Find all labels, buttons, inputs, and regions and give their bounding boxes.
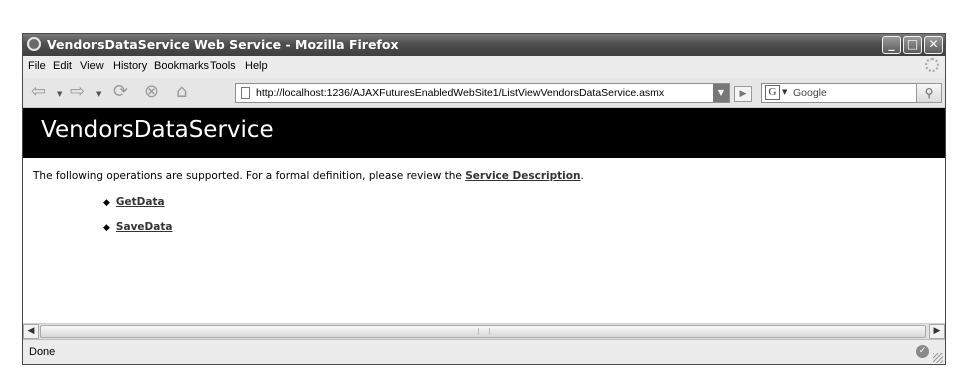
getdata-link[interactable]: GetData bbox=[116, 196, 165, 208]
url-dropdown-icon[interactable]: ▼ bbox=[713, 84, 729, 102]
intro-sentence: The following operations are supported. … bbox=[33, 170, 466, 182]
url-bar[interactable]: http://localhost:1236/AJAXFuturesEnabled… bbox=[235, 83, 730, 103]
window-title: VendorsDataService Web Service - Mozilla… bbox=[47, 37, 399, 52]
savedata-link[interactable]: SaveData bbox=[116, 221, 173, 233]
throbber-icon bbox=[925, 58, 939, 72]
menu-bar: File Edit View History Bookmarks Tools H… bbox=[23, 56, 945, 76]
back-history-dropdown-icon[interactable]: ▼ bbox=[57, 90, 62, 98]
go-button[interactable]: ▶ bbox=[734, 86, 752, 102]
page-content: VendorsDataService The following operati… bbox=[23, 108, 945, 323]
menu-view[interactable]: View bbox=[80, 60, 104, 72]
resize-grip-icon[interactable] bbox=[933, 353, 943, 363]
menu-edit[interactable]: Edit bbox=[53, 60, 72, 72]
browser-window: VendorsDataService Web Service - Mozilla… bbox=[22, 33, 946, 365]
scrollbar-thumb[interactable] bbox=[40, 325, 926, 338]
intro-period: . bbox=[580, 170, 584, 182]
minimize-button[interactable]: _ bbox=[882, 36, 901, 54]
maximize-button[interactable]: □ bbox=[903, 36, 922, 54]
search-input[interactable]: Google bbox=[793, 87, 827, 99]
search-bar[interactable]: G ▼ Google bbox=[761, 83, 931, 103]
page-title: VendorsDataService bbox=[41, 117, 274, 143]
operation-item: ◆ GetData bbox=[103, 196, 165, 208]
horizontal-scrollbar[interactable]: ◀ ▶ bbox=[23, 323, 945, 339]
status-check-icon: ✓ bbox=[916, 345, 929, 358]
scroll-left-arrow-icon[interactable]: ◀ bbox=[23, 324, 39, 339]
bullet-icon: ◆ bbox=[103, 223, 110, 233]
reload-icon[interactable]: ⟳ bbox=[113, 81, 128, 102]
search-engine-dropdown-icon[interactable]: ▼ bbox=[782, 88, 787, 96]
forward-arrow-icon[interactable]: ⇨ bbox=[70, 81, 85, 102]
menu-help[interactable]: Help bbox=[245, 60, 268, 72]
menu-bookmarks[interactable]: Bookmarks bbox=[154, 60, 209, 72]
title-bar: VendorsDataService Web Service - Mozilla… bbox=[23, 34, 945, 56]
bullet-icon: ◆ bbox=[103, 198, 110, 208]
magnifier-icon: ⚲ bbox=[924, 86, 934, 100]
home-icon[interactable]: ⌂ bbox=[176, 81, 187, 102]
intro-text: The following operations are supported. … bbox=[33, 170, 584, 182]
scrollbar-grip bbox=[478, 328, 490, 335]
google-search-engine-icon[interactable]: G bbox=[765, 85, 780, 100]
status-text: Done bbox=[29, 346, 56, 358]
menu-history[interactable]: History bbox=[113, 60, 147, 72]
page-icon bbox=[241, 87, 250, 99]
firefox-logo-icon bbox=[27, 37, 41, 51]
close-button[interactable]: ✕ bbox=[924, 36, 943, 54]
status-bar: Done ✓ bbox=[23, 339, 945, 364]
back-arrow-icon[interactable]: ⇦ bbox=[31, 81, 46, 102]
url-text[interactable]: http://localhost:1236/AJAXFuturesEnabled… bbox=[256, 87, 664, 99]
scroll-right-arrow-icon[interactable]: ▶ bbox=[929, 324, 945, 339]
operation-item: ◆ SaveData bbox=[103, 221, 172, 233]
forward-history-dropdown-icon[interactable]: ▼ bbox=[96, 90, 101, 98]
menu-file[interactable]: File bbox=[28, 60, 46, 72]
service-description-link[interactable]: Service Description bbox=[465, 170, 580, 182]
page-banner: VendorsDataService bbox=[23, 108, 945, 158]
stop-icon[interactable]: ⊗ bbox=[144, 81, 159, 102]
menu-tools[interactable]: Tools bbox=[210, 60, 236, 72]
navigation-toolbar: ⇦ ▼ ⇨ ▼ ⟳ ⊗ ⌂ http://localhost:1236/AJAX… bbox=[23, 78, 945, 108]
search-button[interactable]: ⚲ bbox=[916, 83, 942, 103]
